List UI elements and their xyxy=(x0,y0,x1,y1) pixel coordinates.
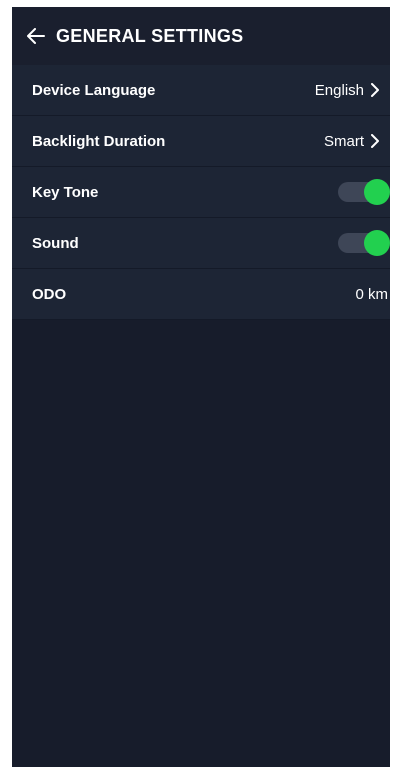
setting-value-group xyxy=(338,230,390,256)
setting-value: Smart xyxy=(323,132,364,150)
setting-value-group: 0 km xyxy=(355,286,390,303)
setting-label: Backlight Duration xyxy=(32,132,166,150)
setting-value-group: English xyxy=(315,82,390,99)
settings-list: Device Language English Backlight Durati… xyxy=(12,65,390,320)
setting-label: Sound xyxy=(32,234,79,252)
chevron-right-icon xyxy=(370,83,380,97)
setting-device-language[interactable]: Device Language English xyxy=(12,65,390,116)
toggle-knob xyxy=(364,230,390,256)
app-header: GENERAL SETTINGS xyxy=(12,7,390,65)
setting-odo: ODO 0 km xyxy=(12,269,390,320)
setting-label: Key Tone xyxy=(32,183,99,201)
sound-toggle[interactable] xyxy=(338,230,390,256)
setting-value-group xyxy=(338,179,390,205)
page-title: GENERAL SETTINGS xyxy=(56,25,244,46)
key-tone-toggle[interactable] xyxy=(338,179,390,205)
chevron-right-icon xyxy=(370,134,380,148)
setting-label: Device Language xyxy=(32,81,156,99)
setting-backlight-duration[interactable]: Backlight Duration Smart xyxy=(12,116,390,167)
setting-sound: Sound xyxy=(12,218,390,269)
setting-key-tone: Key Tone xyxy=(12,167,390,218)
toggle-knob xyxy=(364,179,390,205)
setting-value-group: Smart xyxy=(324,133,390,150)
setting-label: ODO xyxy=(32,285,67,303)
settings-screen: GENERAL SETTINGS Device Language English… xyxy=(12,7,390,767)
odometer-value: 0 km xyxy=(355,285,388,303)
back-arrow-icon[interactable] xyxy=(26,26,46,46)
setting-value: English xyxy=(314,81,364,99)
